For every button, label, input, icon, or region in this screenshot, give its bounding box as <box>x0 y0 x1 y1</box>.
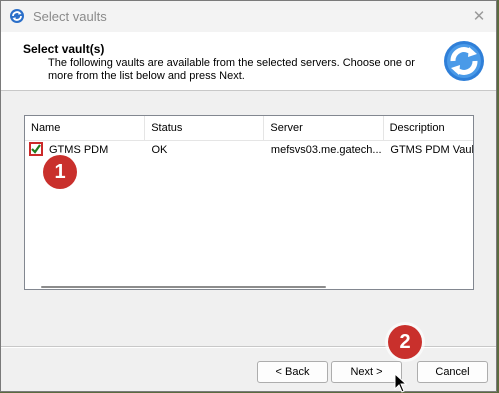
column-header-status[interactable]: Status <box>145 116 265 140</box>
vault-status: OK <box>151 144 168 156</box>
table-row[interactable]: GTMS PDM OK mefsvs03.me.gatech... GTMS P… <box>25 140 473 160</box>
list-header: Name Status Server Description <box>25 116 473 141</box>
title-bar: Select vaults ✕ <box>1 1 496 32</box>
vault-description: GTMS PDM Vault <box>390 144 473 156</box>
horizontal-scrollbar[interactable] <box>41 286 326 288</box>
column-header-name[interactable]: Name <box>25 116 146 140</box>
page-title: Select vault(s) <box>23 42 105 56</box>
mouse-pointer-icon <box>394 373 408 393</box>
checkmark-icon <box>31 144 41 154</box>
close-icon: ✕ <box>472 8 486 25</box>
back-button[interactable]: < Back <box>257 361 328 383</box>
refresh-sync-icon <box>444 41 484 81</box>
vault-list[interactable]: Name Status Server Description GTMS PDM … <box>24 115 474 290</box>
next-button[interactable]: Next > <box>331 361 402 383</box>
refresh-app-icon <box>10 9 24 23</box>
close-button[interactable]: ✕ <box>468 5 490 27</box>
vault-server: mefsvs03.me.gatech... <box>270 144 382 156</box>
select-vaults-dialog: Select vaults ✕ Select vault(s) The foll… <box>0 0 497 393</box>
wizard-header: Select vault(s) The following vaults are… <box>1 32 496 91</box>
cancel-button[interactable]: Cancel <box>417 361 488 383</box>
step-badge-1: 1 <box>43 155 77 189</box>
footer-divider <box>1 346 496 348</box>
vault-checkbox[interactable] <box>29 142 43 156</box>
window-title: Select vaults <box>33 9 107 24</box>
column-header-description[interactable]: Description <box>384 116 473 140</box>
column-header-server[interactable]: Server <box>264 116 384 140</box>
page-description: The following vaults are available from … <box>48 57 415 82</box>
step-badge-2: 2 <box>388 325 422 359</box>
cell-name: GTMS PDM <box>25 140 145 160</box>
